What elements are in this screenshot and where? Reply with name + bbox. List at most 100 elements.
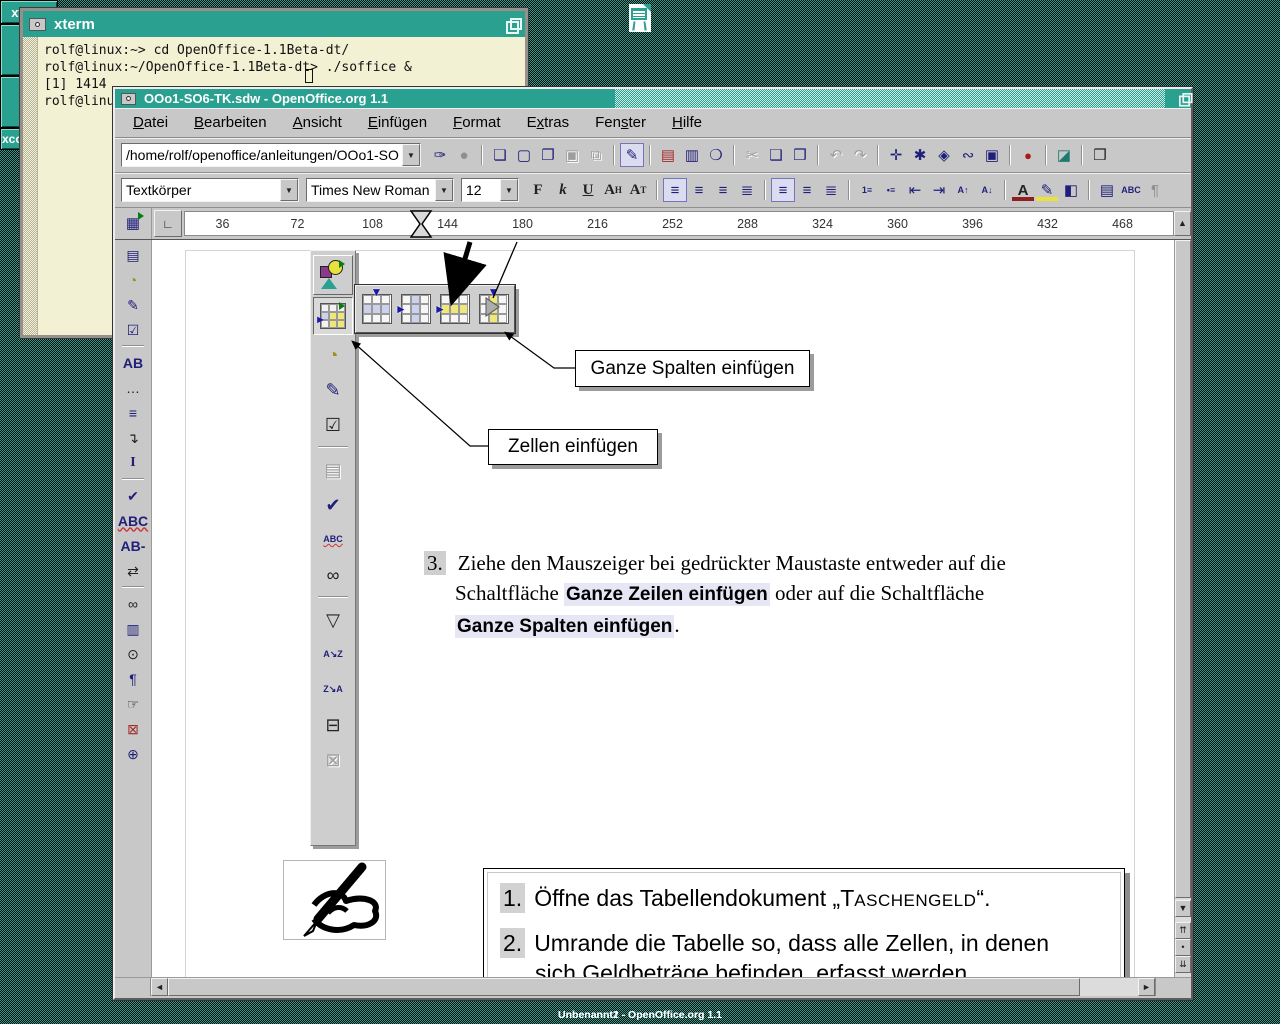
menu-ansicht[interactable]: Ansicht xyxy=(283,112,352,133)
scroll-up-button[interactable]: ▲ xyxy=(1174,211,1191,236)
insert-hyperlink-icon[interactable]: ∾ xyxy=(956,143,980,167)
align-center-icon[interactable]: ≡ xyxy=(687,178,711,202)
scroll-right-button[interactable]: ► xyxy=(1138,978,1155,996)
horizontal-scrollbar-thumb[interactable] xyxy=(168,978,1080,996)
paragraph-dialog-icon[interactable]: ¶ xyxy=(1143,178,1167,202)
cut-icon[interactable]: ✂ xyxy=(740,143,764,167)
scroll-down-button[interactable]: ▼ xyxy=(1175,900,1191,917)
insert-chart-icon[interactable]: ◔ xyxy=(119,267,147,292)
autospellcheck-icon[interactable]: ABC xyxy=(119,508,147,533)
graphics-toggle-icon[interactable]: ⊠ xyxy=(119,716,147,741)
font-name-combo[interactable]: Times New Roman ▼ xyxy=(306,178,454,202)
window-menu-button[interactable] xyxy=(121,93,136,105)
new-document-icon[interactable]: ▢ xyxy=(512,143,536,167)
chevron-down-icon[interactable]: ▼ xyxy=(402,144,420,166)
insert-table-button[interactable]: ▦ xyxy=(115,208,152,239)
formatting-marks-icon[interactable]: ¶ xyxy=(119,666,147,691)
menu-extras[interactable]: Extras xyxy=(517,112,580,133)
bold-icon[interactable]: F xyxy=(526,178,550,202)
copy-icon[interactable]: ❑ xyxy=(764,143,788,167)
increase-font-icon[interactable]: A↑ xyxy=(951,178,975,202)
line-spacing-2-icon[interactable]: ≣ xyxy=(819,178,843,202)
resize-corner[interactable] xyxy=(1155,978,1191,996)
page-preview-icon[interactable]: ❍ xyxy=(704,143,728,167)
navigator-icon[interactable]: ✛ xyxy=(884,143,908,167)
insert-footnote-icon[interactable]: … xyxy=(119,375,147,400)
save-document-icon[interactable]: ▣ xyxy=(560,143,584,167)
hyphenation-icon[interactable]: AB- xyxy=(119,533,147,558)
line-spacing-1-icon[interactable]: ≡ xyxy=(771,178,795,202)
form-functions-icon[interactable]: ☑ xyxy=(119,317,147,342)
menu-hilfe[interactable]: Hilfe xyxy=(662,112,712,133)
chevron-down-icon[interactable]: ▼ xyxy=(435,179,453,201)
text-cursor-icon[interactable]: I xyxy=(119,450,147,475)
insert-fields-icon[interactable]: AB xyxy=(119,350,147,375)
align-left-icon[interactable]: ≡ xyxy=(663,178,687,202)
line-spacing-15-icon[interactable]: ≡ xyxy=(795,178,819,202)
edit-file-icon[interactable]: ✑ xyxy=(428,143,452,167)
export-pdf-icon[interactable]: ▤ xyxy=(656,143,680,167)
chevron-down-icon[interactable]: ▼ xyxy=(280,179,298,201)
reduce-font-icon[interactable]: A↓ xyxy=(975,178,999,202)
italic-icon[interactable]: k xyxy=(551,178,575,202)
horizontal-ruler[interactable]: 3672108144180216252288324360396432468 xyxy=(184,211,1174,236)
align-justify-icon[interactable]: ≣ xyxy=(735,178,759,202)
new-from-template-icon[interactable]: ❏ xyxy=(488,143,512,167)
menu-bearbeiten[interactable]: Bearbeiten xyxy=(184,112,277,133)
horizontal-scrollbar-track[interactable] xyxy=(168,978,1138,996)
align-right-icon[interactable]: ≡ xyxy=(711,178,735,202)
paragraph-style-combo[interactable]: Textkörper ▼ xyxy=(121,178,299,202)
vertical-scrollbar-thumb[interactable] xyxy=(1175,240,1191,898)
find-icon[interactable]: ∞ xyxy=(119,591,147,616)
titlebar[interactable]: OOo1-SO6-TK.sdw - OpenOffice.org 1.1 xyxy=(115,89,1191,108)
next-page-button[interactable]: ⇊ xyxy=(1175,956,1191,973)
menu-einfuegen[interactable]: Einfügen xyxy=(358,112,437,133)
stylist-icon[interactable]: ✱ xyxy=(908,143,932,167)
url-combo[interactable]: /home/rolf/openoffice/anleitungen/OOo1-S… xyxy=(121,143,421,167)
ruler-corner-button[interactable]: ∟ xyxy=(154,210,182,237)
background-color-icon[interactable]: ◧ xyxy=(1059,178,1083,202)
underline-icon[interactable]: U xyxy=(576,178,600,202)
stop-loading-icon[interactable]: ● xyxy=(452,143,476,167)
previous-page-button[interactable]: ⇈ xyxy=(1175,922,1191,939)
save-all-icon[interactable]: ⧉ xyxy=(584,143,608,167)
direct-cursor-icon[interactable]: ☞ xyxy=(119,691,147,716)
menu-fenster[interactable]: Fenster xyxy=(585,112,656,133)
edit-mode-icon[interactable]: ✎ xyxy=(620,143,644,167)
numbering-icon[interactable]: ≡ xyxy=(119,400,147,425)
line-numbering-icon[interactable]: ↴ xyxy=(119,425,147,450)
online-layout-icon[interactable]: ▣ xyxy=(980,143,1004,167)
scroll-left-button[interactable]: ◄ xyxy=(151,978,168,996)
increase-indent-icon[interactable]: ⇥ xyxy=(927,178,951,202)
menu-datei[interactable]: Datei xyxy=(123,112,178,133)
xterm-scrollbar[interactable] xyxy=(23,37,38,335)
imagemap-icon[interactable]: ❒ xyxy=(1088,143,1112,167)
vertical-scrollbar[interactable]: ▼ ⇈ • ⇊ xyxy=(1174,240,1191,977)
gallery-icon[interactable]: ◪ xyxy=(1052,143,1076,167)
paste-icon[interactable]: ❒ xyxy=(788,143,812,167)
xterm-titlebar[interactable]: xterm xyxy=(23,11,525,37)
print-icon[interactable]: ▥ xyxy=(680,143,704,167)
font-size-combo[interactable]: 12 ▼ xyxy=(461,178,519,202)
document-page[interactable]: ► ◔✎☑▤✔ABC∞▽A↘ZZ↘A⊟⊠ ▼ xyxy=(152,240,1174,977)
hyperlink-bar-icon[interactable]: ◈ xyxy=(932,143,956,167)
navigation-button[interactable]: • xyxy=(1175,939,1191,956)
decrease-indent-icon[interactable]: ⇤ xyxy=(903,178,927,202)
subscript-icon[interactable]: AT xyxy=(626,178,650,202)
data-sources-icon[interactable]: ▥ xyxy=(119,616,147,641)
highlighting-icon[interactable]: ✎ xyxy=(1035,178,1059,202)
undo-icon[interactable]: ↶ xyxy=(824,143,848,167)
font-color-icon[interactable]: A xyxy=(1011,178,1035,202)
maximize-icon[interactable] xyxy=(1179,93,1190,104)
numbered-list-icon[interactable]: 1≡ xyxy=(855,178,879,202)
redo-icon[interactable]: ↷ xyxy=(848,143,872,167)
menu-format[interactable]: Format xyxy=(443,112,511,133)
autoformat-icon[interactable]: ABC xyxy=(1119,178,1143,202)
online-layout2-icon[interactable]: ⊕ xyxy=(119,741,147,766)
spellcheck-icon[interactable]: ✔ xyxy=(119,483,147,508)
bullet-list-icon[interactable]: •≡ xyxy=(879,178,903,202)
maximize-icon[interactable] xyxy=(506,18,519,31)
open-document-icon[interactable]: ❐ xyxy=(536,143,560,167)
insert-object-icon[interactable]: ▤ xyxy=(119,242,147,267)
record-macro-icon[interactable]: ● xyxy=(1016,143,1040,167)
